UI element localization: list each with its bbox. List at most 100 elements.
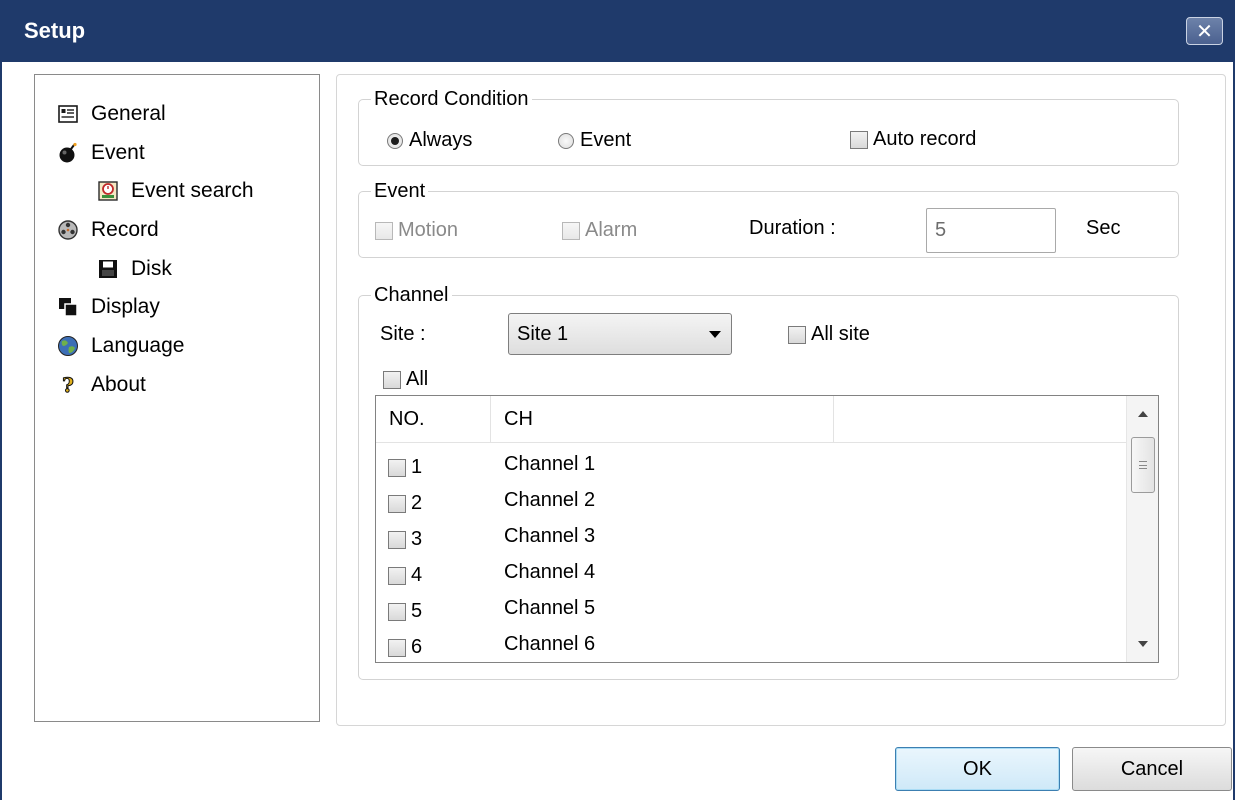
all-channels-checkbox[interactable]: All [383, 368, 428, 391]
question-icon: ? [57, 374, 79, 396]
all-channels-label: All [406, 368, 429, 390]
nav-item-record[interactable]: Record [57, 217, 159, 243]
checkbox-icon [850, 130, 868, 149]
all-site-checkbox[interactable]: All site [788, 323, 870, 346]
table-row[interactable]: 3 Channel 3 [376, 519, 1126, 555]
settings-nav-tree: General Event Event search Record Disk D… [34, 74, 320, 722]
channel-list[interactable]: NO. CH 1 Channel 1 2 Channel 2 3 Channel… [375, 395, 1159, 663]
site-label: Site : [380, 323, 426, 345]
nav-item-label: Event search [131, 179, 254, 202]
display-icon [57, 296, 79, 318]
channel-number: 6 [411, 636, 423, 658]
auto-record-checkbox[interactable]: Auto record [850, 128, 976, 151]
channel-name: Channel 6 [504, 633, 596, 655]
checkbox-icon [562, 221, 580, 240]
site-selected-value: Site 1 [517, 322, 569, 345]
channel-checkbox[interactable]: 3 [388, 528, 422, 551]
event-radio[interactable]: Event [558, 129, 631, 152]
checkbox-icon [388, 530, 406, 549]
checkbox-icon [388, 494, 406, 513]
scroll-down-button[interactable] [1127, 626, 1158, 662]
svg-text:?: ? [62, 374, 74, 396]
vertical-scrollbar[interactable] [1126, 396, 1158, 662]
checkbox-icon [388, 638, 406, 657]
channel-checkbox[interactable]: 4 [388, 564, 422, 587]
nav-item-about[interactable]: ? About [57, 372, 146, 398]
arrow-down-icon [1138, 641, 1148, 647]
nav-item-disk[interactable]: Disk [97, 256, 172, 282]
nav-item-event[interactable]: Event [57, 140, 145, 166]
always-label: Always [409, 129, 473, 151]
column-header-ch[interactable]: CH [491, 396, 834, 442]
table-row[interactable]: 5 Channel 5 [376, 591, 1126, 627]
all-site-label: All site [811, 323, 870, 345]
channel-number: 1 [411, 456, 423, 478]
channel-name: Channel 2 [504, 489, 596, 511]
close-button[interactable]: ✕ [1186, 17, 1223, 45]
nav-item-label: Display [91, 295, 160, 318]
table-row[interactable]: 6 Channel 6 [376, 627, 1126, 662]
checkbox-icon [388, 602, 406, 621]
cancel-button[interactable]: Cancel [1072, 747, 1232, 791]
ok-button[interactable]: OK [895, 747, 1060, 791]
table-row[interactable]: 2 Channel 2 [376, 483, 1126, 519]
motion-checkbox[interactable]: Motion [375, 219, 458, 242]
arrow-up-icon [1138, 411, 1148, 417]
grip-icon [1139, 461, 1147, 469]
channel-legend: Channel [374, 284, 449, 306]
channel-checkbox[interactable]: 2 [388, 492, 422, 515]
floppy-disk-icon [97, 258, 119, 280]
channel-name: Channel 5 [504, 597, 596, 619]
checkbox-icon [375, 221, 393, 240]
always-radio[interactable]: Always [387, 129, 472, 152]
checkbox-icon [388, 458, 406, 477]
nav-item-label: Language [91, 334, 185, 357]
channel-number: 4 [411, 564, 423, 586]
table-row[interactable]: 1 Channel 1 [376, 447, 1126, 483]
nav-item-label: Record [91, 218, 159, 241]
film-reel-icon [57, 219, 79, 241]
nav-item-display[interactable]: Display [57, 294, 160, 320]
checkbox-icon [788, 325, 806, 344]
bomb-icon [57, 142, 79, 164]
nav-item-event-search[interactable]: Event search [97, 178, 254, 204]
channel-checkbox[interactable]: 1 [388, 456, 422, 479]
channel-name: Channel 4 [504, 561, 596, 583]
channel-checkbox[interactable]: 6 [388, 636, 422, 659]
scroll-up-button[interactable] [1127, 396, 1158, 432]
channel-number: 3 [411, 528, 423, 550]
close-icon: ✕ [1196, 20, 1213, 43]
record-condition-legend: Record Condition [374, 88, 529, 110]
nav-item-language[interactable]: Language [57, 333, 184, 359]
channel-number: 2 [411, 492, 423, 514]
event-search-icon [97, 180, 119, 202]
column-header-no[interactable]: NO. [376, 396, 491, 442]
channel-checkbox[interactable]: 5 [388, 600, 422, 623]
nav-item-general[interactable]: General [57, 101, 166, 127]
site-dropdown[interactable]: Site 1 [508, 313, 732, 355]
alarm-label: Alarm [585, 219, 638, 241]
radio-unselected-icon [558, 132, 574, 149]
alarm-checkbox[interactable]: Alarm [562, 219, 637, 242]
general-icon [57, 103, 79, 125]
checkbox-icon [383, 370, 401, 389]
scroll-thumb[interactable] [1131, 437, 1155, 493]
nav-item-label: Disk [131, 257, 172, 280]
title-bar: Setup ✕ [0, 0, 1235, 62]
globe-icon [57, 335, 79, 357]
channel-name: Channel 1 [504, 453, 596, 475]
event-radio-label: Event [580, 129, 632, 151]
motion-label: Motion [398, 219, 459, 241]
duration-label: Duration : [749, 217, 836, 239]
channel-list-header: NO. CH [376, 396, 1126, 443]
record-condition-group: Record Condition [358, 88, 1179, 166]
auto-record-label: Auto record [873, 128, 977, 150]
radio-selected-icon [387, 132, 403, 149]
nav-item-label: General [91, 102, 166, 125]
nav-item-label: Event [91, 141, 145, 164]
table-row[interactable]: 4 Channel 4 [376, 555, 1126, 591]
chevron-down-icon [709, 331, 721, 338]
duration-input[interactable] [926, 208, 1056, 253]
checkbox-icon [388, 566, 406, 585]
window-title: Setup [24, 18, 86, 43]
